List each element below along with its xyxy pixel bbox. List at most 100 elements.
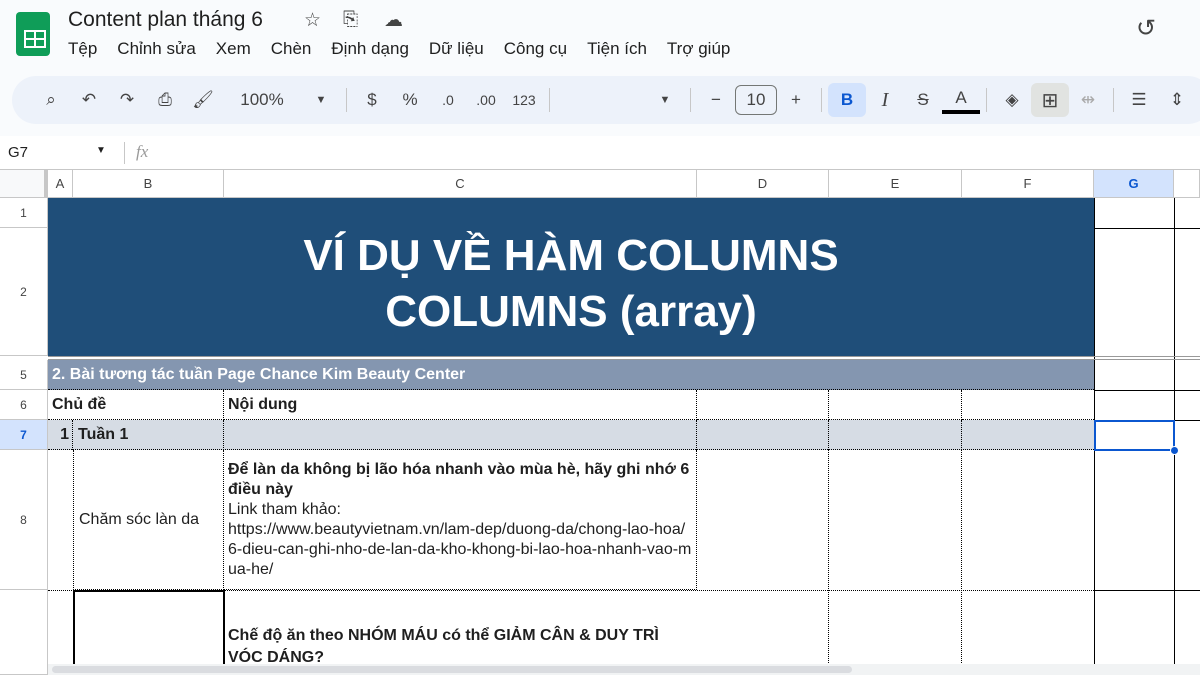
spreadsheet-grid: A B C D E F G 1 2 5 6 7 8 VÍ DỤ VỀ HÀM C…	[0, 170, 1200, 675]
cell-e8[interactable]	[829, 450, 962, 675]
menu-edit[interactable]: Chỉnh sửa	[117, 39, 195, 59]
increase-decimal-button[interactable]: .00	[467, 83, 505, 117]
row-header-9[interactable]	[0, 590, 48, 675]
divider	[1113, 88, 1114, 112]
font-select[interactable]	[556, 83, 646, 117]
text-color-button[interactable]: A	[942, 86, 980, 114]
fill-color-icon[interactable]: ◈	[993, 83, 1031, 117]
decrease-decimal-button[interactable]: .0	[429, 83, 467, 117]
cell-d8[interactable]	[697, 450, 829, 675]
paint-format-icon[interactable]: 🖌	[184, 83, 222, 117]
cell-e7[interactable]	[829, 420, 962, 450]
formula-input[interactable]	[170, 136, 1170, 169]
divider	[124, 142, 125, 164]
title-line-1: VÍ DỤ VỀ HÀM COLUMNS	[303, 231, 839, 280]
cell-f6[interactable]	[962, 390, 1094, 420]
row-header-5[interactable]: 5	[0, 360, 48, 390]
horizontal-scrollbar[interactable]	[48, 664, 1200, 675]
chevron-down-icon[interactable]: ▼	[302, 83, 340, 117]
cell-d6[interactable]	[697, 390, 829, 420]
document-title[interactable]: Content plan tháng 6	[68, 8, 263, 32]
row-header-1[interactable]: 1	[0, 198, 48, 228]
fx-icon: fx	[136, 142, 149, 161]
link-label: Link tham khảo:	[228, 501, 341, 518]
italic-button[interactable]: I	[866, 83, 904, 117]
cell-c7[interactable]	[224, 420, 697, 450]
post-title: Để làn da không bị lão hóa nhanh vào mùa…	[228, 461, 690, 498]
row-header-7[interactable]: 7	[0, 420, 48, 450]
menu-format[interactable]: Định dạng	[331, 39, 409, 59]
column-header-h[interactable]	[1174, 170, 1200, 198]
cell-a7[interactable]: 1	[48, 420, 73, 450]
align-left-icon[interactable]: ☰	[1120, 83, 1158, 117]
name-box[interactable]: G7	[8, 144, 28, 161]
chevron-down-icon[interactable]: ▼	[96, 145, 106, 156]
column-header-e[interactable]: E	[829, 170, 962, 198]
menu-insert[interactable]: Chèn	[271, 39, 312, 59]
divider	[346, 88, 347, 112]
section-header-cell[interactable]: 2. Bài tương tác tuần Page Chance Kim Be…	[48, 360, 1094, 390]
font-size-decrease[interactable]: −	[697, 83, 735, 117]
title-merged-cell[interactable]: VÍ DỤ VỀ HÀM COLUMNS COLUMNS (array)	[48, 198, 1094, 356]
cell-b8[interactable]: Chăm sóc làn da	[73, 450, 224, 590]
gridline	[1094, 390, 1200, 391]
row-header-8[interactable]: 8	[0, 450, 48, 590]
strikethrough-icon[interactable]: S	[904, 83, 942, 117]
percent-button[interactable]: %	[391, 83, 429, 117]
cell-b9[interactable]	[73, 590, 225, 675]
menu-help[interactable]: Trợ giúp	[667, 39, 730, 59]
gridline	[1094, 590, 1200, 591]
menu-extensions[interactable]: Tiện ích	[587, 39, 647, 59]
move-folder-icon[interactable]: ⎘	[343, 9, 358, 31]
row-header-6[interactable]: 6	[0, 390, 48, 420]
cloud-status-icon[interactable]: ☁	[384, 9, 403, 32]
cell-b7[interactable]: Tuần 1	[73, 420, 224, 450]
sheets-logo[interactable]	[16, 12, 50, 56]
chevron-down-icon[interactable]: ▼	[646, 83, 684, 117]
cell-e6[interactable]	[829, 390, 962, 420]
history-icon[interactable]: ↺	[1136, 14, 1156, 43]
select-all-corner[interactable]	[0, 170, 48, 198]
formula-bar: G7 ▼ fx	[0, 136, 1200, 170]
fill-handle[interactable]	[1170, 446, 1179, 455]
undo-icon[interactable]: ↶	[70, 83, 108, 117]
column-header-c[interactable]: C	[224, 170, 697, 198]
cell-c6[interactable]: Nội dung	[224, 390, 697, 420]
borders-icon[interactable]: ⊞	[1031, 83, 1069, 117]
title-line-2: COLUMNS (array)	[385, 287, 757, 336]
menu-view[interactable]: Xem	[216, 39, 251, 59]
column-header-g[interactable]: G	[1094, 170, 1174, 198]
cell-c8[interactable]: Để làn da không bị lão hóa nhanh vào mùa…	[224, 450, 697, 590]
selected-cell-g7[interactable]	[1094, 420, 1175, 451]
cell-d7[interactable]	[697, 420, 829, 450]
menu-bar: Tệp Chỉnh sửa Xem Chèn Định dạng Dữ liệu…	[68, 39, 730, 59]
zoom-select[interactable]: 100%	[222, 83, 302, 117]
cell-b6[interactable]: Chủ đề	[48, 390, 224, 420]
row-header-2[interactable]: 2	[0, 228, 48, 356]
redo-icon[interactable]: ↷	[108, 83, 146, 117]
search-icon[interactable]: ⌕	[32, 83, 70, 117]
print-icon[interactable]: ⎙	[146, 83, 184, 117]
number-format-button[interactable]: 123	[505, 83, 543, 117]
gridline	[1094, 228, 1200, 229]
column-header-f[interactable]: F	[962, 170, 1094, 198]
menu-file[interactable]: Tệp	[68, 39, 97, 59]
star-icon[interactable]: ☆	[304, 9, 321, 32]
merge-cells-icon[interactable]: ⇹	[1069, 83, 1107, 117]
column-header-a[interactable]: A	[48, 170, 73, 198]
scrollbar-thumb[interactable]	[52, 666, 852, 673]
font-size-increase[interactable]: +	[777, 83, 815, 117]
menu-tools[interactable]: Công cụ	[504, 39, 567, 59]
menu-data[interactable]: Dữ liệu	[429, 39, 484, 59]
divider	[986, 88, 987, 112]
divider	[821, 88, 822, 112]
currency-button[interactable]: $	[353, 83, 391, 117]
divider	[549, 88, 550, 112]
vertical-align-icon[interactable]: ⇕	[1158, 83, 1196, 117]
font-size-input[interactable]: 10	[735, 85, 777, 115]
reference-link[interactable]: https://www.beautyvietnam.vn/lam-dep/duo…	[228, 520, 692, 580]
column-header-b[interactable]: B	[73, 170, 224, 198]
column-header-d[interactable]: D	[697, 170, 829, 198]
bold-button[interactable]: B	[828, 83, 866, 117]
toolbar: ⌕ ↶ ↷ ⎙ 🖌 100% ▼ $ % .0 .00 123 ▼ − 10 +…	[12, 76, 1200, 124]
